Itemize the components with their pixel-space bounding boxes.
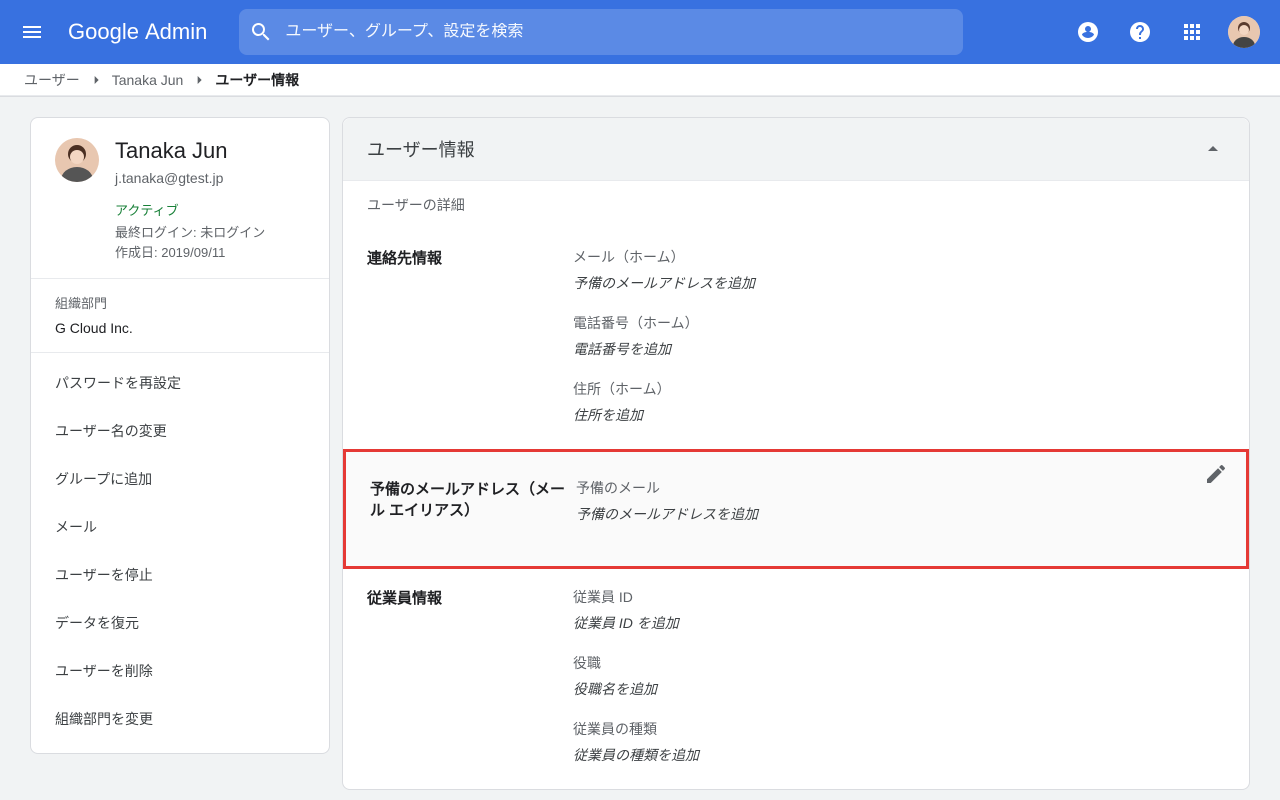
field-label: 電話番号（ホーム）	[573, 313, 1225, 333]
field-value: 役職名を追加	[573, 679, 1225, 699]
account-circle-button[interactable]	[1064, 8, 1112, 56]
contact-info-label: 連絡先情報	[367, 247, 573, 425]
logo-admin: Admin	[145, 19, 207, 45]
field-phone-home[interactable]: 電話番号（ホーム） 電話番号を追加	[573, 313, 1225, 359]
field-label: 役職	[573, 653, 1225, 673]
field-job-title[interactable]: 役職 役職名を追加	[573, 653, 1225, 699]
user-status-badge: アクティブ	[115, 200, 265, 219]
chevron-right-icon	[88, 71, 104, 88]
field-value: 電話番号を追加	[573, 339, 1225, 359]
user-actions: パスワードを再設定 ユーザー名の変更 グループに追加 メール ユーザーを停止 デ…	[31, 353, 329, 753]
breadcrumb: ユーザー Tanaka Jun ユーザー情報	[0, 64, 1280, 96]
org-unit-section: 組織部門 G Cloud Inc.	[31, 279, 329, 352]
action-rename-user[interactable]: ユーザー名の変更	[31, 409, 329, 453]
field-label: 従業員 ID	[573, 587, 1225, 607]
main-menu-button[interactable]	[8, 8, 56, 56]
product-logo[interactable]: Google Admin	[68, 19, 207, 45]
panel-header[interactable]: ユーザー情報	[343, 118, 1249, 181]
user-display-name: Tanaka Jun	[115, 138, 265, 164]
field-label: メール（ホーム）	[573, 247, 1225, 267]
contact-info-block: 連絡先情報 メール（ホーム） 予備のメールアドレスを追加 電話番号（ホーム） 電…	[343, 229, 1249, 449]
help-icon	[1128, 20, 1152, 44]
apps-button[interactable]	[1168, 8, 1216, 56]
employee-info-block: 従業員情報 従業員 ID 従業員 ID を追加 役職 役職名を追加 従業員の種類…	[343, 569, 1249, 789]
field-alias-email[interactable]: 予備のメール 予備のメールアドレスを追加	[576, 478, 1222, 524]
email-alias-label: 予備のメールアドレス（メール エイリアス）	[370, 478, 576, 524]
field-address-home[interactable]: 住所（ホーム） 住所を追加	[573, 379, 1225, 425]
field-value: 住所を追加	[573, 405, 1225, 425]
field-email-home[interactable]: メール（ホーム） 予備のメールアドレスを追加	[573, 247, 1225, 293]
field-label: 住所（ホーム）	[573, 379, 1225, 399]
chevron-up-icon	[1201, 137, 1225, 161]
org-unit-label: 組織部門	[55, 293, 305, 312]
pencil-icon[interactable]	[1204, 462, 1228, 486]
help-button[interactable]	[1116, 8, 1164, 56]
action-delete-user[interactable]: ユーザーを削除	[31, 649, 329, 693]
field-employee-id[interactable]: 従業員 ID 従業員 ID を追加	[573, 587, 1225, 633]
field-value: 予備のメールアドレスを追加	[573, 273, 1225, 293]
field-label: 従業員の種類	[573, 719, 1225, 739]
last-login: 最終ログイン: 未ログイン	[115, 223, 265, 243]
breadcrumb-users[interactable]: ユーザー	[24, 70, 80, 90]
action-change-orgunit[interactable]: 組織部門を変更	[31, 697, 329, 741]
field-label: 予備のメール	[576, 478, 1222, 498]
panel-title: ユーザー情報	[367, 136, 1201, 162]
user-avatar	[55, 138, 99, 182]
action-reset-password[interactable]: パスワードを再設定	[31, 361, 329, 405]
action-mail[interactable]: メール	[31, 505, 329, 549]
user-detail-card: ユーザー情報 ユーザーの詳細 連絡先情報 メール（ホーム） 予備のメールアドレス…	[342, 117, 1250, 790]
search-bar[interactable]	[239, 9, 963, 55]
employee-info-label: 従業員情報	[367, 587, 573, 765]
apps-icon	[1180, 20, 1204, 44]
panel-subhead: ユーザーの詳細	[343, 181, 1249, 229]
breadcrumb-current: ユーザー情報	[215, 70, 299, 90]
app-header: Google Admin	[0, 0, 1280, 64]
logo-google: Google	[68, 19, 139, 45]
breadcrumb-user[interactable]: Tanaka Jun	[112, 72, 184, 88]
field-employee-type[interactable]: 従業員の種類 従業員の種類を追加	[573, 719, 1225, 765]
field-value: 予備のメールアドレスを追加	[576, 504, 1222, 524]
action-suspend-user[interactable]: ユーザーを停止	[31, 553, 329, 597]
action-add-to-group[interactable]: グループに追加	[31, 457, 329, 501]
field-value: 従業員 ID を追加	[573, 613, 1225, 633]
search-icon	[249, 20, 273, 44]
email-alias-block: 予備のメールアドレス（メール エイリアス） 予備のメール 予備のメールアドレスを…	[343, 449, 1249, 569]
hamburger-icon	[20, 20, 44, 44]
org-unit-value: G Cloud Inc.	[55, 320, 305, 336]
chevron-right-icon	[191, 71, 207, 88]
header-actions	[1064, 8, 1268, 56]
page-body: Tanaka Jun j.tanaka@gtest.jp アクティブ 最終ログイ…	[0, 96, 1280, 800]
created-date: 作成日: 2019/09/11	[115, 243, 265, 263]
action-restore-data[interactable]: データを復元	[31, 601, 329, 645]
search-input[interactable]	[285, 23, 953, 41]
user-email: j.tanaka@gtest.jp	[115, 170, 265, 186]
field-value: 従業員の種類を追加	[573, 745, 1225, 765]
account-circle-icon	[1076, 20, 1100, 44]
profile-avatar-button[interactable]	[1220, 8, 1268, 56]
avatar-icon	[1228, 16, 1260, 48]
user-summary-card: Tanaka Jun j.tanaka@gtest.jp アクティブ 最終ログイ…	[30, 117, 330, 754]
